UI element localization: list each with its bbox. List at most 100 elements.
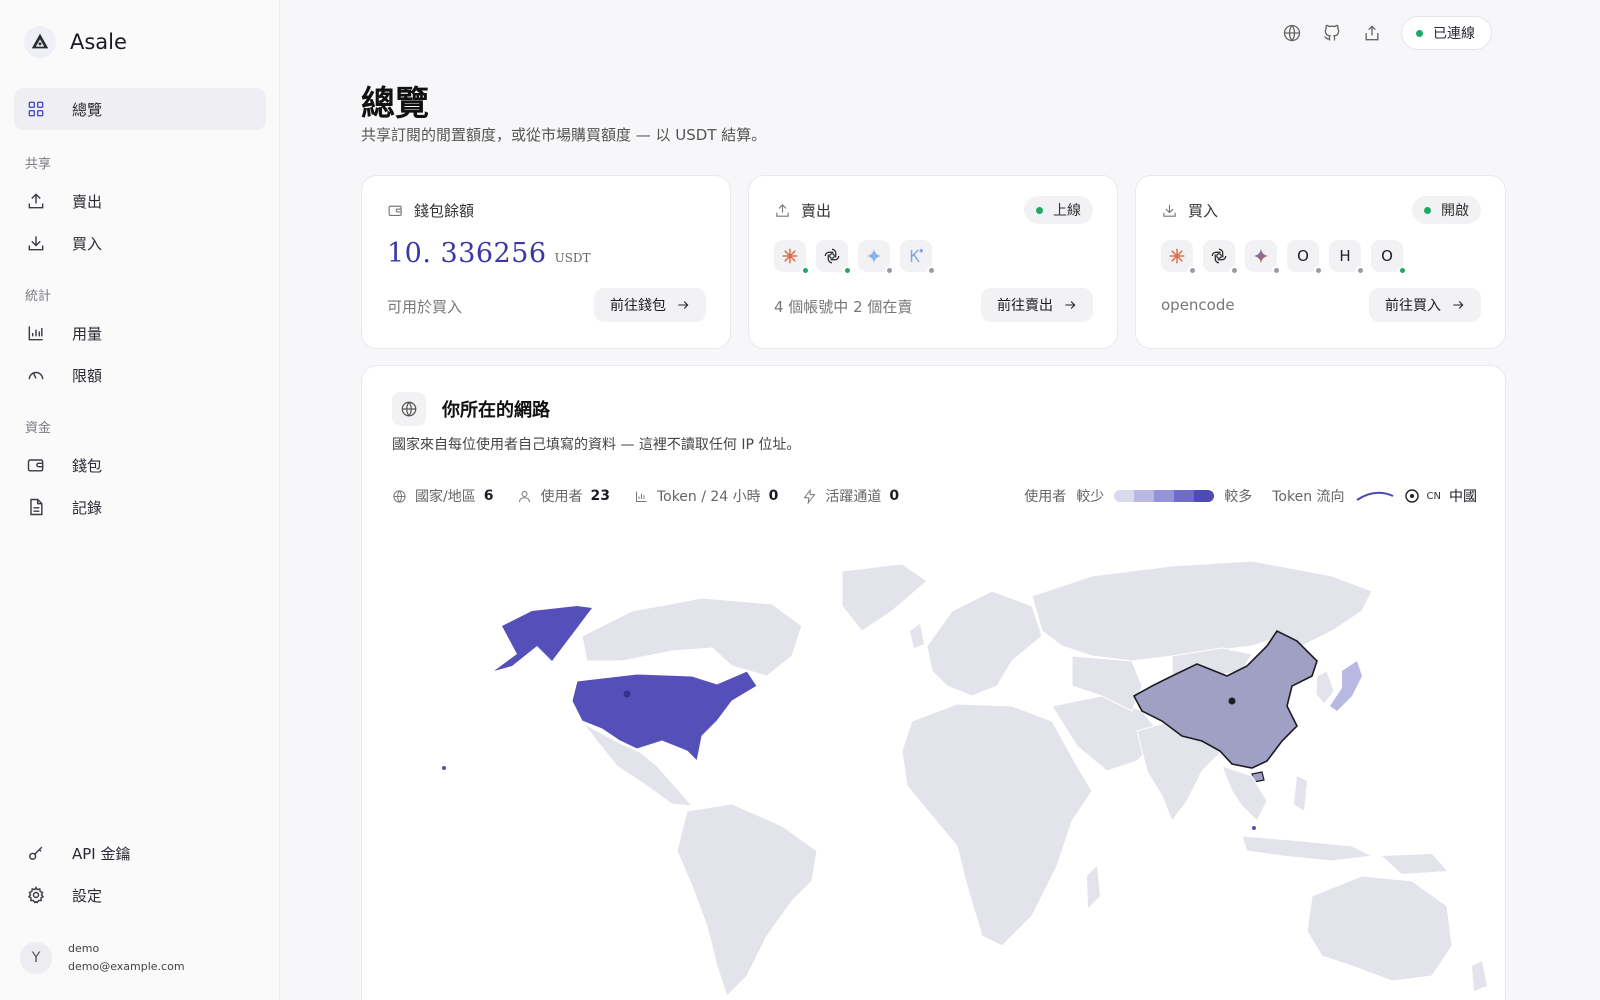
brand[interactable]: Asale xyxy=(24,26,127,58)
download-icon xyxy=(28,236,44,251)
language-globe-icon[interactable] xyxy=(1281,22,1303,44)
connection-label: 已連線 xyxy=(1433,26,1475,42)
arrow-right-icon xyxy=(1065,301,1076,309)
button-label: 前往賣出 xyxy=(997,298,1053,314)
map-europe[interactable] xyxy=(926,590,1043,697)
map-africa[interactable] xyxy=(901,703,1093,947)
sidebar-item-label: 買入 xyxy=(72,234,103,253)
map-uk[interactable] xyxy=(910,624,924,648)
stat-channels: 活躍通道 0 xyxy=(802,486,899,506)
sidebar-item-overview[interactable]: 總覽 xyxy=(14,88,266,130)
map-russia[interactable] xyxy=(1031,560,1373,662)
sidebar-item-label: 錢包 xyxy=(72,456,103,475)
status-label: 上線 xyxy=(1053,203,1081,219)
sidebar-item-settings[interactable]: 設定 xyxy=(14,874,266,916)
network-stats: 國家/地區 6 使用者 23 Token / 24 小時 0 活躍通道 0 xyxy=(392,486,899,506)
map-legend: 使用者 較少 較多 Token 流向 CN 中國 xyxy=(1024,486,1477,506)
nav-section-funds: 資金 xyxy=(25,421,52,436)
card-title: 買入 xyxy=(1188,202,1219,220)
go-to-sell-button[interactable]: 前往賣出 xyxy=(981,288,1093,322)
map-north-america[interactable] xyxy=(581,597,803,677)
document-icon xyxy=(30,498,43,516)
github-icon[interactable] xyxy=(1321,22,1343,44)
stat-tokens: Token / 24 小時 0 xyxy=(634,486,778,506)
map-philippines[interactable] xyxy=(1294,776,1307,811)
online-dot-icon xyxy=(1424,206,1431,214)
sidebar-item-label: 記錄 xyxy=(72,498,103,517)
arrow-right-icon xyxy=(1453,301,1464,309)
sidebar-item-sell[interactable]: 賣出 xyxy=(14,180,266,222)
singapore-marker[interactable] xyxy=(1252,826,1256,830)
sell-providers xyxy=(774,240,936,275)
world-map[interactable] xyxy=(372,536,1492,996)
letter-o-icon: O xyxy=(1287,240,1323,275)
upload-icon xyxy=(776,204,789,217)
wallet-balance-card: 錢包餘額 10. 336256 USDT 可用於買入 前往錢包 xyxy=(361,175,731,349)
download-icon xyxy=(1163,204,1176,217)
status-dot xyxy=(843,266,852,275)
status-dot xyxy=(1230,266,1239,275)
sidebar-item-usage[interactable]: 用量 xyxy=(14,312,266,354)
sidebar-item-label: 限額 xyxy=(72,366,103,385)
map-south-america[interactable] xyxy=(676,803,818,996)
gear-icon xyxy=(27,886,45,904)
connection-status-button[interactable]: 已連線 xyxy=(1401,16,1492,50)
map-madagascar[interactable] xyxy=(1087,866,1100,908)
lightning-icon xyxy=(803,488,816,504)
usa-marker[interactable] xyxy=(623,690,631,698)
map-hawaii[interactable] xyxy=(442,766,446,770)
card-header: 買入 xyxy=(1161,200,1218,221)
gemini-icon xyxy=(1245,240,1281,275)
wallet-icon xyxy=(27,459,44,472)
card-title: 賣出 xyxy=(801,202,832,220)
online-dot-icon xyxy=(1416,29,1423,37)
map-japan[interactable] xyxy=(1330,661,1362,711)
selected-country[interactable]: CN 中國 xyxy=(1404,486,1477,506)
page-title: 總覽 xyxy=(361,84,429,124)
map-greenland[interactable] xyxy=(841,563,928,632)
bar-chart-icon xyxy=(635,491,647,502)
map-korea[interactable] xyxy=(1315,670,1335,705)
user-profile[interactable]: Y demo demo@example.com xyxy=(20,940,185,976)
openai-icon xyxy=(1203,240,1239,275)
card-foot-text: 4 個帳號中 2 個在賣 xyxy=(774,298,913,316)
button-label: 前往買入 xyxy=(1385,298,1441,314)
status-dot xyxy=(1272,266,1281,275)
sidebar-item-limits[interactable]: 限額 xyxy=(14,354,266,396)
status-dot xyxy=(1398,266,1407,275)
claude-icon xyxy=(774,240,810,275)
map-indonesia[interactable] xyxy=(1241,835,1374,862)
topbar: 已連線 xyxy=(1281,16,1492,50)
sidebar-item-label: 總覽 xyxy=(72,100,103,119)
letter-h-icon: H xyxy=(1329,240,1365,275)
go-to-wallet-button[interactable]: 前往錢包 xyxy=(594,288,706,322)
map-alaska[interactable] xyxy=(494,606,592,671)
sidebar-item-api-keys[interactable]: API 金鑰 xyxy=(14,832,266,874)
avatar: Y xyxy=(20,942,52,974)
sell-status-badge[interactable]: 上線 xyxy=(1024,196,1093,224)
sidebar: Asale 總覽 共享 賣出 買入 統計 用量 限額 資金 錢包 記錄 API … xyxy=(0,0,280,1000)
status-dot xyxy=(927,266,936,275)
share-icon[interactable] xyxy=(1361,22,1383,44)
gauge-icon xyxy=(28,371,44,380)
buy-status-badge[interactable]: 開啟 xyxy=(1412,196,1481,224)
sidebar-item-label: API 金鑰 xyxy=(72,844,131,863)
china-marker[interactable] xyxy=(1228,697,1236,705)
brand-logo-icon xyxy=(24,26,56,58)
map-australia[interactable] xyxy=(1306,875,1453,982)
map-new-guinea[interactable] xyxy=(1382,854,1447,874)
status-dot xyxy=(1188,266,1197,275)
map-new-zealand[interactable] xyxy=(1472,961,1487,991)
globe-icon xyxy=(392,392,426,426)
card-foot-text: opencode xyxy=(1161,296,1235,314)
go-to-buy-button[interactable]: 前往買入 xyxy=(1369,288,1481,322)
status-dot xyxy=(1314,266,1323,275)
sidebar-item-wallet[interactable]: 錢包 xyxy=(14,444,266,486)
brand-name: Asale xyxy=(70,30,127,54)
sidebar-item-records[interactable]: 記錄 xyxy=(14,486,266,528)
map-usa[interactable] xyxy=(571,670,758,763)
sell-card: 賣出 上線 4 個帳號中 2 個在賣 前往賣出 xyxy=(748,175,1118,349)
status-dot xyxy=(1356,266,1365,275)
button-label: 前往錢包 xyxy=(610,298,666,314)
sidebar-item-buy[interactable]: 買入 xyxy=(14,222,266,264)
